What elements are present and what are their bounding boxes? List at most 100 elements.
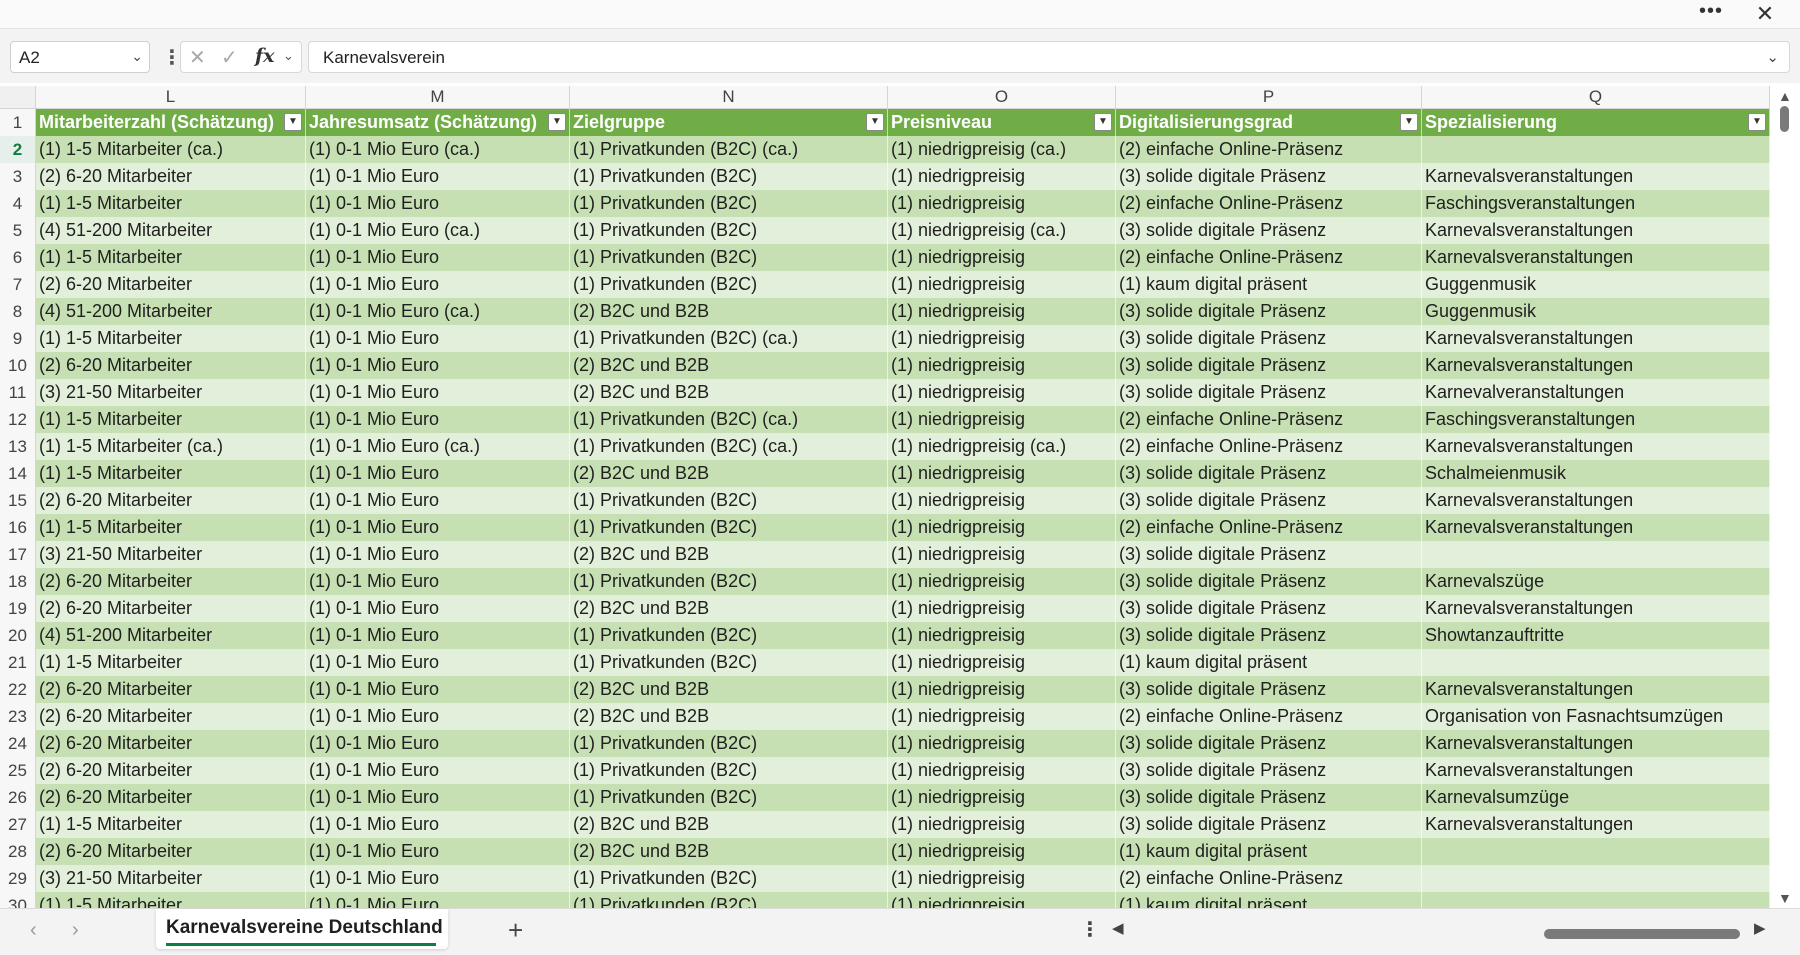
- table-cell[interactable]: (3) solide digitale Präsenz: [1116, 595, 1422, 622]
- table-cell[interactable]: (1) 1-5 Mitarbeiter: [36, 460, 306, 487]
- row-header[interactable]: 27: [0, 811, 36, 838]
- table-cell[interactable]: (1) 0-1 Mio Euro: [306, 730, 570, 757]
- header-cell[interactable]: Jahresumsatz (Schätzung) ▼: [306, 109, 570, 136]
- table-cell[interactable]: (1) 0-1 Mio Euro: [306, 703, 570, 730]
- table-cell[interactable]: (3) 21-50 Mitarbeiter: [36, 379, 306, 406]
- row-header[interactable]: 22: [0, 676, 36, 703]
- filter-dropdown-icon[interactable]: ▼: [1748, 113, 1766, 131]
- table-cell[interactable]: (2) 6-20 Mitarbeiter: [36, 487, 306, 514]
- row-header[interactable]: 8: [0, 298, 36, 325]
- spreadsheet-grid[interactable]: LMNOPQ 1 Mitarbeiterzahl (Schätzung) ▼ Jahr…: [0, 86, 1770, 908]
- table-cell[interactable]: (3) solide digitale Präsenz: [1116, 568, 1422, 595]
- row-header[interactable]: 2: [0, 136, 36, 163]
- row-header[interactable]: 30: [0, 892, 36, 908]
- table-cell[interactable]: [1422, 892, 1770, 908]
- table-cell[interactable]: Guggenmusik: [1422, 298, 1770, 325]
- row-header[interactable]: 6: [0, 244, 36, 271]
- table-cell[interactable]: (1) niedrigpreisig: [888, 352, 1116, 379]
- table-cell[interactable]: (3) solide digitale Präsenz: [1116, 676, 1422, 703]
- row-header[interactable]: 28: [0, 838, 36, 865]
- vertical-scrollbar[interactable]: ▲ ▼: [1772, 86, 1798, 908]
- table-cell[interactable]: (1) 0-1 Mio Euro: [306, 541, 570, 568]
- table-cell[interactable]: (1) 0-1 Mio Euro: [306, 649, 570, 676]
- table-cell[interactable]: [1422, 865, 1770, 892]
- table-cell[interactable]: (1) niedrigpreisig: [888, 190, 1116, 217]
- table-cell[interactable]: (2) 6-20 Mitarbeiter: [36, 757, 306, 784]
- select-all-corner[interactable]: [0, 86, 36, 108]
- table-cell[interactable]: (1) niedrigpreisig (ca.): [888, 433, 1116, 460]
- table-cell[interactable]: (1) 0-1 Mio Euro: [306, 406, 570, 433]
- row-header[interactable]: 9: [0, 325, 36, 352]
- table-cell[interactable]: (1) 0-1 Mio Euro: [306, 784, 570, 811]
- check-icon[interactable]: ✓: [221, 45, 238, 70]
- table-cell[interactable]: Showtanzauftritte: [1422, 622, 1770, 649]
- table-cell[interactable]: (2) 6-20 Mitarbeiter: [36, 163, 306, 190]
- table-cell[interactable]: (2) einfache Online-Präsenz: [1116, 703, 1422, 730]
- row-header[interactable]: 5: [0, 217, 36, 244]
- table-cell[interactable]: (1) 0-1 Mio Euro: [306, 352, 570, 379]
- table-cell[interactable]: (1) 0-1 Mio Euro (ca.): [306, 136, 570, 163]
- table-cell[interactable]: (1) niedrigpreisig: [888, 487, 1116, 514]
- table-cell[interactable]: (1) niedrigpreisig: [888, 460, 1116, 487]
- table-cell[interactable]: (2) einfache Online-Präsenz: [1116, 136, 1422, 163]
- row-header[interactable]: 24: [0, 730, 36, 757]
- table-cell[interactable]: (2) B2C und B2B: [570, 352, 888, 379]
- table-cell[interactable]: (3) solide digitale Präsenz: [1116, 217, 1422, 244]
- vertical-dots-icon[interactable]: ⋮: [1080, 917, 1100, 942]
- row-header[interactable]: 29: [0, 865, 36, 892]
- table-cell[interactable]: (2) B2C und B2B: [570, 541, 888, 568]
- table-cell[interactable]: (2) B2C und B2B: [570, 703, 888, 730]
- filter-dropdown-icon[interactable]: ▼: [1094, 113, 1112, 131]
- table-cell[interactable]: Karnevalszüge: [1422, 568, 1770, 595]
- table-cell[interactable]: (1) 1-5 Mitarbeiter: [36, 811, 306, 838]
- table-cell[interactable]: Karnevalveranstaltungen: [1422, 379, 1770, 406]
- table-cell[interactable]: (1) 1-5 Mitarbeiter: [36, 649, 306, 676]
- table-cell[interactable]: [1422, 649, 1770, 676]
- table-cell[interactable]: (1) Privatkunden (B2C): [570, 784, 888, 811]
- table-cell[interactable]: Karnevalsveranstaltungen: [1422, 244, 1770, 271]
- scroll-right-icon[interactable]: ▶: [1754, 919, 1766, 937]
- row-header[interactable]: 10: [0, 352, 36, 379]
- table-cell[interactable]: (1) Privatkunden (B2C): [570, 622, 888, 649]
- table-cell[interactable]: (2) 6-20 Mitarbeiter: [36, 676, 306, 703]
- row-header[interactable]: 17: [0, 541, 36, 568]
- table-cell[interactable]: (2) einfache Online-Präsenz: [1116, 406, 1422, 433]
- table-cell[interactable]: (1) Privatkunden (B2C) (ca.): [570, 136, 888, 163]
- table-cell[interactable]: (1) Privatkunden (B2C): [570, 649, 888, 676]
- table-cell[interactable]: (1) niedrigpreisig: [888, 514, 1116, 541]
- table-cell[interactable]: (2) 6-20 Mitarbeiter: [36, 784, 306, 811]
- table-cell[interactable]: Karnevalsveranstaltungen: [1422, 217, 1770, 244]
- chevron-down-icon[interactable]: ⌄: [131, 48, 143, 65]
- table-cell[interactable]: (3) 21-50 Mitarbeiter: [36, 541, 306, 568]
- table-cell[interactable]: (1) 0-1 Mio Euro (ca.): [306, 298, 570, 325]
- table-cell[interactable]: (3) solide digitale Präsenz: [1116, 379, 1422, 406]
- formula-input[interactable]: Karnevalsverein ⌄: [308, 41, 1790, 73]
- table-cell[interactable]: (1) niedrigpreisig (ca.): [888, 136, 1116, 163]
- header-cell[interactable]: Spezialisierung ▼: [1422, 109, 1770, 136]
- table-cell[interactable]: (2) 6-20 Mitarbeiter: [36, 703, 306, 730]
- table-cell[interactable]: (1) 0-1 Mio Euro: [306, 514, 570, 541]
- row-header[interactable]: 3: [0, 163, 36, 190]
- row-header[interactable]: 12: [0, 406, 36, 433]
- table-cell[interactable]: (4) 51-200 Mitarbeiter: [36, 298, 306, 325]
- chevron-right-icon[interactable]: ›: [72, 919, 79, 942]
- table-cell[interactable]: (1) 1-5 Mitarbeiter: [36, 514, 306, 541]
- table-cell[interactable]: Karnevalsveranstaltungen: [1422, 433, 1770, 460]
- table-cell[interactable]: (2) B2C und B2B: [570, 676, 888, 703]
- table-cell[interactable]: (3) solide digitale Präsenz: [1116, 811, 1422, 838]
- vertical-dots-icon[interactable]: ⋮: [162, 45, 182, 70]
- table-cell[interactable]: (1) Privatkunden (B2C): [570, 568, 888, 595]
- table-cell[interactable]: (3) solide digitale Präsenz: [1116, 163, 1422, 190]
- table-cell[interactable]: (1) 0-1 Mio Euro: [306, 460, 570, 487]
- column-header-n[interactable]: N: [570, 86, 888, 108]
- table-cell[interactable]: (2) B2C und B2B: [570, 298, 888, 325]
- table-cell[interactable]: (1) Privatkunden (B2C) (ca.): [570, 406, 888, 433]
- table-cell[interactable]: (3) solide digitale Präsenz: [1116, 541, 1422, 568]
- chevron-down-icon[interactable]: ⌄: [283, 48, 294, 64]
- filter-dropdown-icon[interactable]: ▼: [548, 113, 566, 131]
- table-cell[interactable]: (3) 21-50 Mitarbeiter: [36, 865, 306, 892]
- table-cell[interactable]: (1) 0-1 Mio Euro: [306, 892, 570, 908]
- close-button[interactable]: ✕: [1748, 2, 1782, 26]
- table-cell[interactable]: (2) B2C und B2B: [570, 811, 888, 838]
- row-header[interactable]: 4: [0, 190, 36, 217]
